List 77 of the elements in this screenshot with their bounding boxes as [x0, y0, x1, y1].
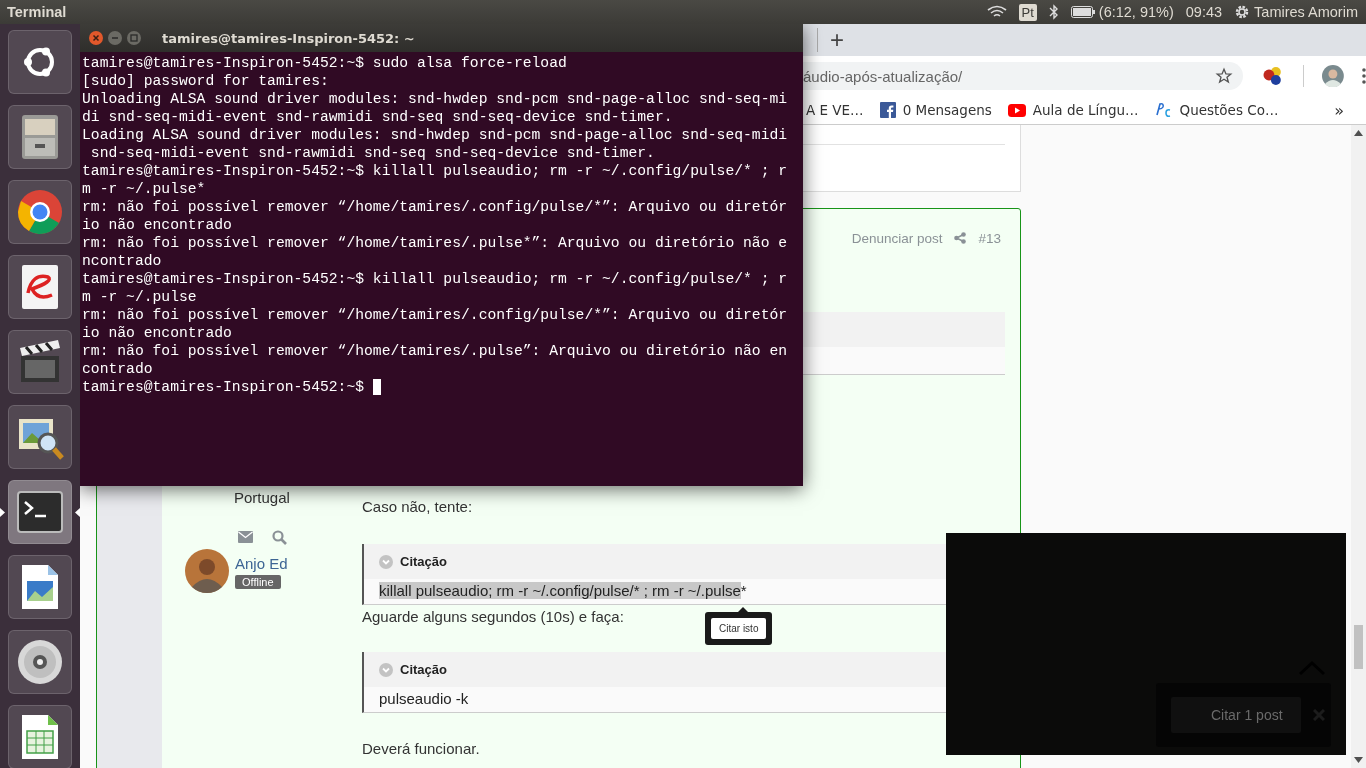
facebook-icon [879, 102, 896, 118]
scroll-up-icon[interactable] [1354, 130, 1363, 136]
power-gear-icon[interactable] [1234, 4, 1251, 20]
terminal-line: [sudo] password for tamires: [82, 72, 330, 90]
scroll-thumb[interactable] [1354, 625, 1363, 669]
more-bookmarks-button[interactable]: » [1334, 100, 1344, 120]
quote-this-button[interactable]: Citar isto [711, 618, 767, 639]
url-text: áudio-após-atualização/ [803, 67, 963, 85]
share-icon[interactable] [954, 232, 967, 244]
launcher-icon[interactable] [8, 180, 72, 244]
wifi-icon[interactable] [986, 5, 1007, 19]
terminal-line: di snd-seq-midi-event snd-rawmidi snd-seq snd-seq-device snd-timer. [82, 108, 674, 126]
post-text: Deverá funcionar. [362, 740, 481, 758]
terminal-line: rm: não foi possível remover “/home/tamires/.config/pulse/*”: Arquivo ou diretór [82, 198, 789, 216]
post-text: Caso não, tente: [362, 498, 474, 516]
quote-title: Citação [400, 554, 447, 569]
search-icon[interactable] [272, 529, 287, 545]
terminal-line: contrado [82, 360, 154, 378]
launcher-icon[interactable] [8, 330, 72, 394]
launcher-icon[interactable] [8, 255, 72, 319]
terminal-line: m -r ~/.pulse [82, 288, 198, 306]
terminal-line: snd-seq-midi-event snd-rawmidi snd-seq snd-seq-device snd-timer. [89, 144, 656, 162]
user-avatar[interactable] [185, 549, 229, 593]
launcher-icon[interactable] [8, 555, 72, 619]
status-badge: Offline [235, 575, 281, 589]
bookmark-label: Aula de Língu… [1032, 102, 1139, 118]
terminal-line: m -r ~/.pulse* [82, 180, 207, 198]
bluetooth-icon[interactable] [1048, 4, 1059, 20]
user-name[interactable]: Tamires Amorim [1254, 4, 1358, 20]
terminal-line: Unloading ALSA sound driver modules: snd-hwdep snd-pcm snd-page-alloc snd-seq-mi [82, 90, 789, 108]
launcher-icon[interactable] [8, 105, 72, 169]
bookmark[interactable]: Aula de Língu… [1007, 102, 1139, 118]
scrollbar[interactable] [1351, 125, 1366, 768]
window-title: tamires@tamires-Inspiron-5452: ~ [162, 30, 415, 46]
launcher-icon[interactable] [8, 480, 72, 544]
bookmark[interactable]: Questões Co… [1154, 101, 1279, 119]
battery-icon [1070, 6, 1095, 18]
address-bar[interactable]: áudio-após-atualização/ [803, 62, 1244, 90]
new-tab-button[interactable]: + [817, 28, 844, 52]
terminal-line: tamires@tamires-Inspiron-5452:~$ sudo alsa force-reload [82, 54, 568, 72]
bookmark-label: Questões Co… [1179, 102, 1279, 118]
terminal-line: rm: não foi possível remover “/home/tamires/.pulse*”: Arquivo ou diretório não e [82, 234, 789, 252]
launcher-icon[interactable] [8, 705, 72, 768]
clock[interactable]: 09:43 [1185, 4, 1223, 20]
launcher-icon[interactable] [8, 30, 72, 94]
terminal-line: tamires@tamires-Inspiron-5452:~$ killall pulseaudio; rm -r ~/.config/pulse/* ; r [82, 162, 789, 180]
terminal-line: tamires@tamires-Inspiron-5452:~$ killall pulseaudio; rm -r ~/.config/pulse/* ; r [82, 270, 789, 288]
terminal-line: io não encontrado [82, 324, 233, 342]
user-location: Portugal [233, 489, 291, 507]
launcher-icon[interactable] [8, 405, 72, 469]
site-icon [1154, 101, 1173, 119]
star-icon[interactable] [1215, 67, 1234, 85]
battery-status[interactable]: (6:12, 91%) [1070, 4, 1174, 20]
quote-posts-button[interactable]: Citar 1 post [1171, 697, 1301, 733]
envelope-icon[interactable] [238, 531, 253, 543]
battery-text: (6:12, 91%) [1098, 4, 1174, 20]
menu-icon[interactable] [1362, 68, 1366, 84]
username-link[interactable]: Anjo Ed [235, 555, 288, 572]
terminal-prompt: tamires@tamires-Inspiron-5452:~$ [82, 378, 366, 396]
terminal-line: Loading ALSA sound driver modules: snd-hwdep snd-pcm snd-page-alloc snd-seq-midi [82, 126, 789, 144]
window-controls[interactable] [88, 30, 144, 46]
terminal-line: rm: não foi possível remover “/home/tamires/.pulse”: Arquivo ou diretório não en [82, 342, 789, 360]
profile-avatar[interactable] [1322, 65, 1344, 87]
bookmark[interactable]: A E VE… [806, 102, 864, 118]
terminal-line: io não encontrado [82, 216, 233, 234]
bookmark[interactable]: 0 Mensagens [879, 102, 992, 118]
launcher-icon[interactable] [8, 630, 72, 694]
app-title: Terminal [6, 4, 67, 20]
scroll-down-icon[interactable] [1354, 757, 1363, 763]
text-cursor [372, 379, 381, 395]
quote-title: Citação [400, 662, 447, 677]
terminal-line: ncontrado [82, 252, 163, 270]
terminal-line: rm: não foi possível remover “/home/tamires/.config/pulse/*”: Arquivo ou diretór [82, 306, 789, 324]
bookmark-label: 0 Mensagens [902, 102, 992, 118]
keyboard-layout[interactable]: Pt [1018, 3, 1037, 21]
play-button-icon [1007, 103, 1026, 117]
post-text: Aguarde alguns segundos (10s) e faça: [362, 608, 625, 626]
